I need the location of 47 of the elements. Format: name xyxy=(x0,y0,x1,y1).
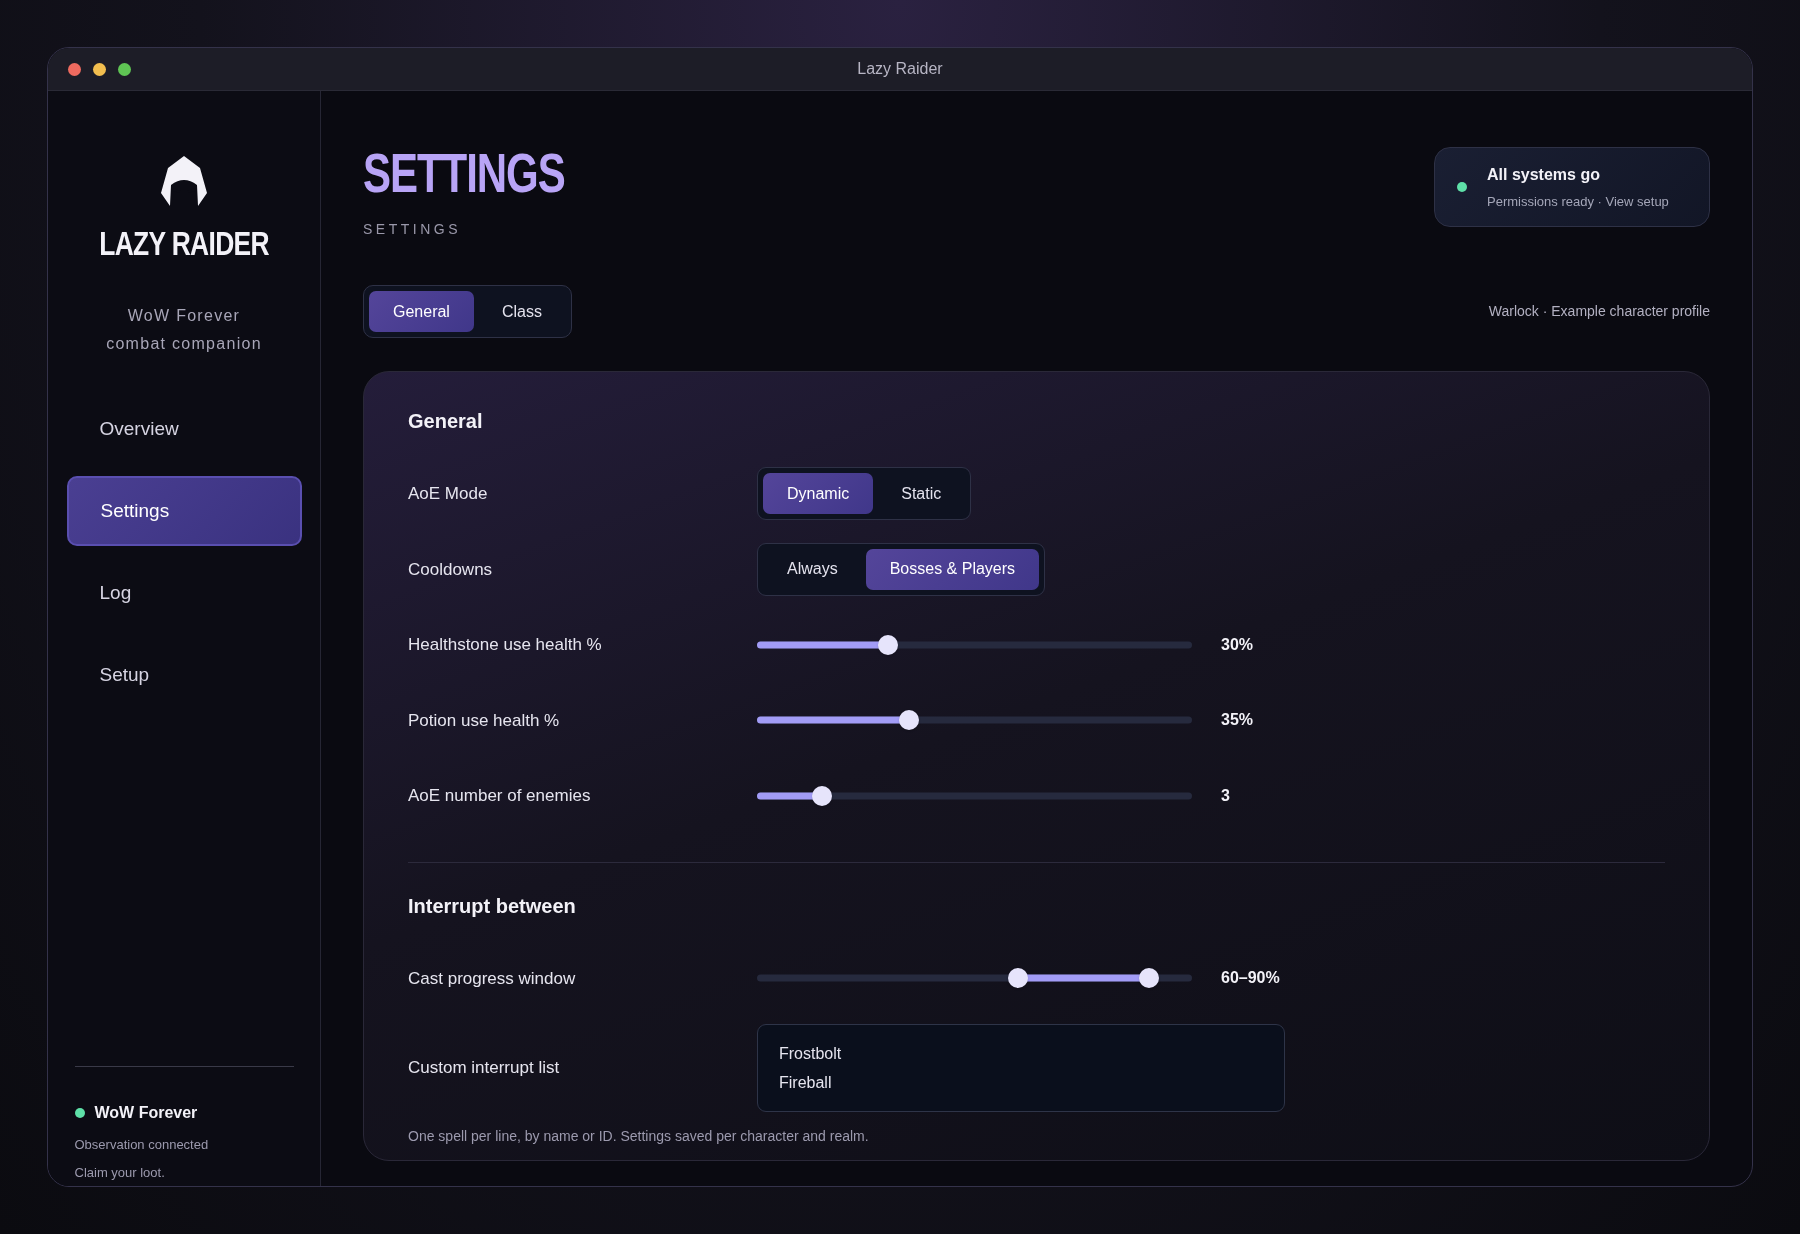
nav-item[interactable]: Overview xyxy=(66,394,302,464)
brand-name: LAZY RAIDER xyxy=(99,227,269,260)
setting-label: Healthstone use health % xyxy=(408,634,603,656)
status-detail: Permissions ready · View setup xyxy=(1487,192,1669,211)
slider-handle[interactable] xyxy=(1138,968,1159,989)
page-subtitle: SETTINGS xyxy=(363,220,462,239)
setting-label: Custom interrupt list xyxy=(408,1057,561,1080)
segment-option[interactable]: Static xyxy=(877,473,966,515)
slider-value: 3 xyxy=(1221,785,1230,806)
setting-label: Cooldowns xyxy=(408,558,494,581)
tab[interactable]: General xyxy=(369,291,474,332)
slider-handle[interactable] xyxy=(877,634,898,655)
setting-label: AoE Mode xyxy=(408,483,489,505)
close-button[interactable] xyxy=(68,62,81,76)
minimize-button[interactable] xyxy=(93,62,106,76)
segment-option[interactable]: Bosses & Players xyxy=(865,548,1040,590)
setting-label: Potion use health % xyxy=(408,709,561,732)
tagline-text: WoW Forever xyxy=(127,306,241,326)
slider-value: 35% xyxy=(1221,710,1254,731)
slider-handle[interactable] xyxy=(1008,968,1028,989)
section-heading: General xyxy=(408,409,484,434)
help-text: One spell per line, by name or ID. Settings saved per character and realm. xyxy=(408,1127,870,1146)
nav-item[interactable]: Log xyxy=(66,558,302,628)
slider-value: 30% xyxy=(1221,634,1254,655)
nav-item[interactable]: Setup xyxy=(66,640,302,710)
connection-title: WoW Forever xyxy=(94,1103,198,1123)
profile-label: Warlock · Example character profile xyxy=(1488,302,1710,321)
tagline-text: combat companion xyxy=(106,334,262,354)
hooded-figure-icon xyxy=(159,155,209,207)
slider-handle[interactable] xyxy=(899,710,920,731)
window-title: Lazy Raider xyxy=(857,59,943,79)
status-card[interactable]: All systems go Permissions ready · View setup xyxy=(1434,147,1710,227)
nav-item[interactable]: Settings xyxy=(66,476,302,546)
segment-option[interactable]: Dynamic xyxy=(763,473,874,515)
connection-detail: Claim your loot. xyxy=(74,1163,166,1182)
page-title: SETTINGS xyxy=(363,145,565,201)
section-heading: Interrupt between xyxy=(408,893,577,919)
slider-value: 60–90% xyxy=(1221,968,1280,989)
status-title: All systems go xyxy=(1487,164,1601,185)
maximize-button[interactable] xyxy=(118,62,131,76)
setting-label: AoE number of enemies xyxy=(408,785,592,807)
segment-option[interactable]: Always xyxy=(763,548,862,590)
setting-label: Cast progress window xyxy=(408,967,577,990)
tab[interactable]: Class xyxy=(477,291,566,332)
text-area-field[interactable]: Frostbolt Fireball xyxy=(757,1024,1285,1112)
connection-detail: Observation connected xyxy=(74,1136,210,1154)
slider-handle[interactable] xyxy=(812,785,833,806)
